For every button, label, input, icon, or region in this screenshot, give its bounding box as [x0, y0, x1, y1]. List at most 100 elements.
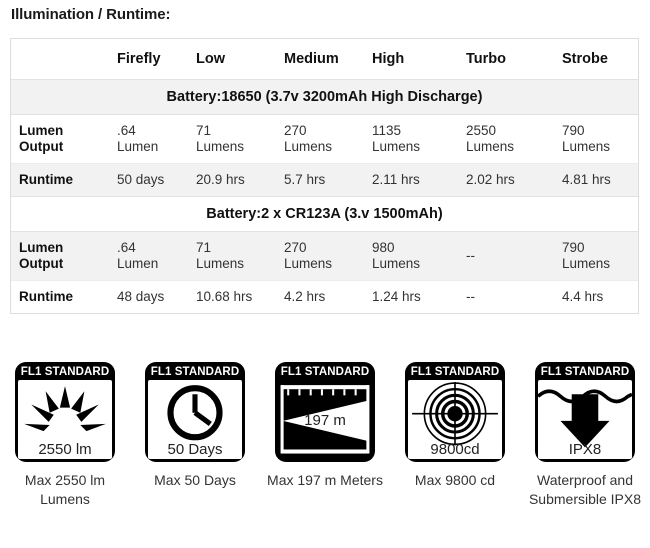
row-label-line2: Output — [19, 256, 64, 271]
fl1-badge-frame: FL1 STANDARD 2550 lm — [15, 362, 115, 462]
cell-value: 790 — [562, 240, 585, 255]
cell-medium-lumen: 270 Lumens — [281, 114, 369, 164]
column-header-low: Low — [193, 39, 281, 80]
cell-strobe-lumen: 790 Lumens — [559, 231, 638, 281]
cell-firefly-runtime: 48 days — [114, 280, 193, 313]
table-row: Runtime 50 days 20.9 hrs 5.7 hrs 2.11 hr… — [11, 163, 638, 197]
cell-value: 270 — [284, 123, 307, 138]
fl1-badge-frame: FL1 STANDARD 197 m — [275, 362, 375, 462]
cell-value: 71 — [196, 123, 212, 138]
cell-unit: Lumen — [117, 139, 159, 154]
fl1-standard-badge-strip: FL1 STANDARD 2550 lm Max 2550 lm Lumens … — [0, 362, 650, 509]
cell-unit: Lumens — [196, 139, 245, 154]
table-row: Lumen Output .64 Lumen 71 Lumens 270 Lum… — [11, 114, 638, 164]
fl1-badge-frame: FL1 STANDARD IPX8 — [535, 362, 635, 462]
fl1-badge-water-resistance: FL1 STANDARD IPX8 Waterproof and Submers… — [520, 362, 650, 509]
cell-high-runtime: 1.24 hrs — [369, 280, 463, 313]
cell-unit: Lumens — [466, 139, 515, 154]
fl1-badge-body: 50 Days — [148, 380, 242, 459]
cell-value: -- — [466, 248, 475, 263]
cell-unit: Lumens — [284, 139, 333, 154]
cell-unit: Lumens — [372, 256, 421, 271]
table-row: Lumen Output .64 Lumen 71 Lumens 270 Lum… — [11, 231, 638, 281]
illumination-runtime-table: Firefly Low Medium High Turbo Strobe Bat… — [10, 38, 639, 314]
fl1-badge-value: 9800cd — [430, 441, 480, 458]
cell-value: 980 — [372, 240, 395, 255]
cell-low-runtime: 20.9 hrs — [193, 163, 281, 197]
cell-unit: Lumens — [284, 256, 333, 271]
fl1-badge-value: IPX8 — [568, 441, 602, 458]
fl1-badge-frame: FL1 STANDARD 9800cd — [405, 362, 505, 462]
cell-low-lumen: 71 Lumens — [193, 114, 281, 164]
column-header-turbo: Turbo — [463, 39, 559, 80]
fl1-badge-body: 2550 lm — [18, 380, 112, 459]
fl1-badge-caption: Waterproof and Submersible IPX8 — [528, 472, 642, 507]
battery-label: Battery:18650 (3.7v 3200mAh High Dischar… — [11, 79, 638, 115]
cell-value: .64 — [117, 240, 136, 255]
row-label-line1: Lumen — [19, 240, 64, 255]
fl1-badge-body: 197 m — [278, 380, 372, 459]
cell-turbo-lumen: 2550 Lumens — [463, 114, 559, 164]
fl1-badge-candela: FL1 STANDARD 9800cd Max 9800 cd — [390, 362, 520, 490]
fl1-badge-caption: Max 197 m Meters — [267, 472, 383, 488]
cell-strobe-runtime: 4.81 hrs — [559, 163, 638, 197]
cell-unit: Lumen — [117, 256, 159, 271]
cell-low-runtime: 10.68 hrs — [193, 280, 281, 313]
cell-turbo-runtime: 2.02 hrs — [463, 163, 559, 197]
fl1-standard-label: FL1 STANDARD — [280, 366, 370, 378]
cell-strobe-lumen: 790 Lumens — [559, 114, 638, 164]
row-label-lumen-output: Lumen Output — [11, 231, 114, 281]
fl1-badge-runtime: FL1 STANDARD 50 Days Max 50 Days — [130, 362, 260, 490]
cell-high-runtime: 2.11 hrs — [369, 163, 463, 197]
fl1-badge-body: IPX8 — [538, 380, 632, 459]
cell-high-lumen: 980 Lumens — [369, 231, 463, 281]
table-row: Runtime 48 days 10.68 hrs 4.2 hrs 1.24 h… — [11, 280, 638, 313]
cell-turbo-runtime: -- — [463, 280, 559, 313]
fl1-badge-body: 9800cd — [408, 380, 502, 459]
cell-unit: Lumens — [562, 139, 611, 154]
fl1-badge-beam-distance: FL1 STANDARD 197 m Max 197 m Meters — [260, 362, 390, 490]
fl1-badge-caption: Max 50 Days — [154, 472, 236, 488]
cell-value: 270 — [284, 240, 307, 255]
cell-medium-lumen: 270 Lumens — [281, 231, 369, 281]
fl1-badge-value: 2550 lm — [38, 441, 92, 458]
cell-medium-runtime: 5.7 hrs — [281, 163, 369, 197]
column-header-medium: Medium — [281, 39, 369, 80]
cell-value: .64 — [117, 123, 136, 138]
row-label-lumen-output: Lumen Output — [11, 114, 114, 164]
fl1-standard-label: FL1 STANDARD — [20, 366, 110, 378]
battery-section-header-18650: Battery:18650 (3.7v 3200mAh High Dischar… — [11, 79, 638, 115]
fl1-badge-frame: FL1 STANDARD 50 Days — [145, 362, 245, 462]
fl1-badge-caption: Max 2550 lm Lumens — [24, 472, 106, 507]
cell-value: 71 — [196, 240, 212, 255]
cell-medium-runtime: 4.2 hrs — [281, 280, 369, 313]
row-label-runtime: Runtime — [11, 163, 114, 197]
page-title: Illumination / Runtime: — [11, 6, 171, 23]
cell-value: 2550 — [466, 123, 497, 138]
cell-unit: Lumens — [562, 256, 611, 271]
cell-high-lumen: 1135 Lumens — [369, 114, 463, 164]
cell-strobe-runtime: 4.4 hrs — [559, 280, 638, 313]
fl1-standard-label: FL1 STANDARD — [540, 366, 630, 378]
battery-label: Battery:2 x CR123A (3.v 1500mAh) — [11, 196, 638, 232]
column-header-blank — [11, 39, 114, 80]
cell-turbo-lumen: -- — [463, 231, 559, 281]
row-label-runtime: Runtime — [11, 280, 114, 313]
cell-unit: Lumens — [196, 256, 245, 271]
row-label-line1: Lumen — [19, 123, 64, 138]
row-label-line2: Output — [19, 139, 64, 154]
battery-section-header-cr123a: Battery:2 x CR123A (3.v 1500mAh) — [11, 196, 638, 232]
column-header-high: High — [369, 39, 463, 80]
cell-firefly-lumen: .64 Lumen — [114, 231, 193, 281]
fl1-standard-label: FL1 STANDARD — [410, 366, 500, 378]
cell-firefly-lumen: .64 Lumen — [114, 114, 193, 164]
fl1-badge-caption: Max 9800 cd — [414, 472, 496, 488]
fl1-badge-value: 197 m — [304, 412, 346, 429]
fl1-badge-value: 50 Days — [167, 441, 223, 458]
cell-low-lumen: 71 Lumens — [193, 231, 281, 281]
fl1-standard-label: FL1 STANDARD — [150, 366, 240, 378]
cell-unit: Lumens — [372, 139, 421, 154]
cell-value: 1135 — [372, 123, 402, 138]
cell-firefly-runtime: 50 days — [114, 163, 193, 197]
column-header-strobe: Strobe — [559, 39, 638, 80]
